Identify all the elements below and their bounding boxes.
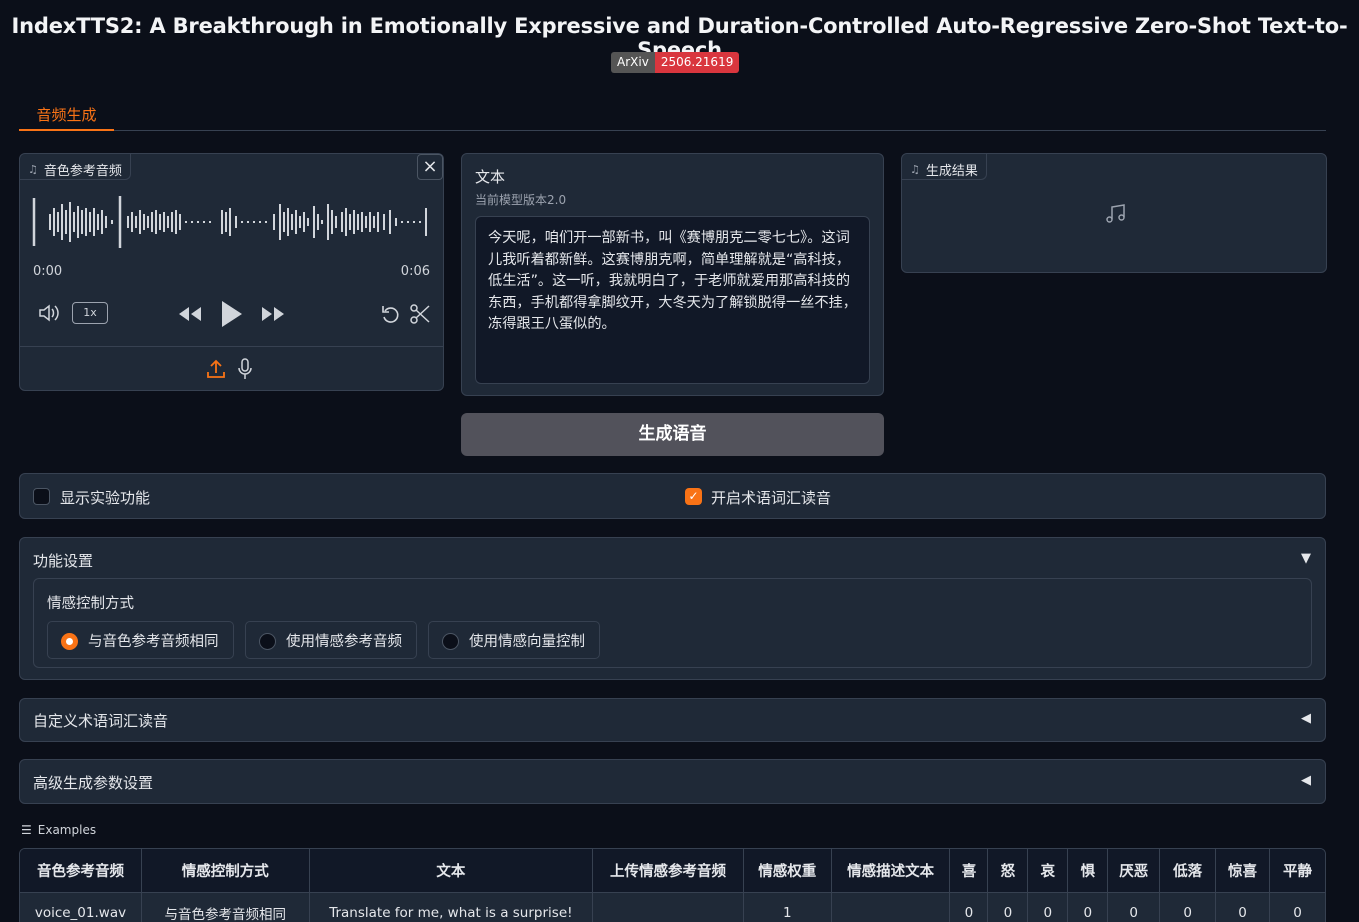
generate-speech-button[interactable]: 生成语音: [461, 413, 884, 456]
audio-placeholder-icon: [1106, 204, 1125, 223]
table-cell: 0: [988, 893, 1029, 922]
table-header[interactable]: 哀: [1028, 849, 1069, 893]
table-cell: 0: [1269, 893, 1325, 922]
music-note-icon: ♫: [28, 162, 38, 176]
ref-audio-label-text: 音色参考音频: [43, 163, 122, 179]
table-header[interactable]: 上传情感参考音频: [593, 849, 744, 893]
arxiv-badge-id: 2506.21619: [654, 52, 740, 73]
playback-speed-button[interactable]: 1x: [72, 302, 108, 324]
tab-bar: 音频生成: [19, 98, 1326, 131]
options-row: 显示实验功能 ✓ 开启术语词汇读音: [19, 473, 1326, 519]
undo-icon[interactable]: [380, 303, 402, 325]
waveform[interactable]: [32, 194, 432, 250]
feature-settings-title[interactable]: 功能设置: [33, 550, 93, 571]
advanced-settings-title: 高级生成参数设置: [33, 774, 154, 792]
table-cell: 0: [1028, 893, 1069, 922]
glossary-checkbox[interactable]: ✓: [685, 488, 702, 505]
tab-audio-generation[interactable]: 音频生成: [19, 98, 114, 131]
text-label: 文本: [475, 168, 506, 186]
caret-left-icon[interactable]: ◀: [1301, 711, 1311, 726]
caret-left-icon[interactable]: ◀: [1301, 773, 1311, 788]
output-label-text: 生成结果: [925, 163, 978, 179]
custom-glossary-accordion[interactable]: 自定义术语词汇读音 ◀: [19, 698, 1326, 742]
table-header-row: 音色参考音频 情感控制方式 文本 上传情感参考音频 情感权重 情感描述文本 喜 …: [20, 849, 1325, 893]
volume-icon[interactable]: [38, 303, 62, 323]
radio-same-as-reference[interactable]: 与音色参考音频相同: [47, 621, 234, 659]
table-cell: [831, 893, 951, 922]
table-cell: 0: [1108, 893, 1161, 922]
check-icon: ✓: [688, 489, 699, 503]
table-cell: 0: [1068, 893, 1109, 922]
table-cell: 0: [1216, 893, 1270, 922]
radio-label: 与音色参考音频相同: [88, 633, 219, 650]
radio-indicator: [259, 633, 276, 650]
table-cell: 0: [950, 893, 989, 922]
microphone-icon[interactable]: [237, 358, 253, 380]
table-header[interactable]: 文本: [309, 849, 594, 893]
table-cell: 与音色参考音频相同: [141, 893, 310, 922]
table-header[interactable]: 音色参考音频: [20, 849, 142, 893]
experimental-checkbox[interactable]: [33, 488, 50, 505]
radio-indicator: [442, 633, 459, 650]
table-header[interactable]: 平静: [1269, 849, 1325, 893]
table-cell: [593, 893, 744, 922]
play-icon[interactable]: [220, 299, 244, 329]
text-input[interactable]: 今天呢，咱们开一部新书，叫《赛博朋克二零七七》。这词儿我听着都新鲜。这赛博朋克啊…: [475, 216, 870, 384]
upload-icon[interactable]: [207, 359, 225, 379]
text-panel: 文本 当前模型版本2.0 今天呢，咱们开一部新书，叫《赛博朋克二零七七》。这词儿…: [461, 153, 884, 396]
table-cell: Translate for me, what is a surprise!: [309, 893, 594, 922]
examples-table: 音色参考音频 情感控制方式 文本 上传情感参考音频 情感权重 情感描述文本 喜 …: [19, 848, 1326, 922]
scissors-icon[interactable]: [409, 303, 431, 325]
emotion-control-group: 情感控制方式 与音色参考音频相同 使用情感参考音频 使用情感向量控制: [33, 578, 1312, 668]
output-panel: ♫ 生成结果: [901, 153, 1327, 273]
feature-settings-accordion: 功能设置 ▼ 情感控制方式 与音色参考音频相同 使用情感参考音频 使用情感向量控…: [19, 537, 1326, 680]
list-icon: ☰: [21, 823, 32, 837]
radio-emotion-vector[interactable]: 使用情感向量控制: [428, 621, 600, 659]
close-button[interactable]: ×: [417, 154, 443, 180]
advanced-settings-accordion[interactable]: 高级生成参数设置 ◀: [19, 759, 1326, 804]
table-header[interactable]: 厌恶: [1108, 849, 1161, 893]
audio-source-bar: [20, 346, 443, 390]
time-duration: 0:06: [400, 264, 430, 279]
table-cell: voice_01.wav: [20, 893, 142, 922]
custom-glossary-title: 自定义术语词汇读音: [33, 712, 169, 730]
radio-indicator: [61, 633, 78, 650]
close-icon: ×: [422, 156, 438, 177]
table-header[interactable]: 怒: [988, 849, 1029, 893]
emotion-control-label: 情感控制方式: [47, 596, 134, 612]
fast-forward-icon[interactable]: [260, 305, 286, 323]
radio-label: 使用情感参考音频: [286, 633, 402, 650]
model-version-info: 当前模型版本2.0: [475, 193, 567, 207]
table-row[interactable]: voice_01.wav 与音色参考音频相同 Translate for me,…: [20, 893, 1325, 922]
radio-label: 使用情感向量控制: [469, 633, 585, 650]
examples-label: ☰ Examples: [21, 823, 96, 837]
table-header[interactable]: 惧: [1068, 849, 1109, 893]
rewind-icon[interactable]: [177, 305, 203, 323]
arxiv-badge-label: ArXiv: [611, 52, 655, 73]
experimental-label: 显示实验功能: [60, 489, 151, 507]
ref-audio-label: ♫ 音色参考音频: [20, 154, 131, 180]
music-note-icon: ♫: [910, 162, 920, 176]
caret-down-icon[interactable]: ▼: [1301, 551, 1311, 566]
glossary-label: 开启术语词汇读音: [711, 489, 832, 507]
output-label: ♫ 生成结果: [902, 154, 987, 180]
examples-label-text: Examples: [37, 823, 97, 837]
time-current: 0:00: [33, 264, 63, 279]
ref-audio-panel: ♫ 音色参考音频 × 0:00 0:06 1x: [19, 153, 444, 391]
table-header[interactable]: 喜: [950, 849, 989, 893]
table-header[interactable]: 情感权重: [743, 849, 832, 893]
arxiv-badge[interactable]: ArXiv 2506.21619: [611, 52, 740, 73]
table-header[interactable]: 情感描述文本: [831, 849, 951, 893]
table-header[interactable]: 惊喜: [1216, 849, 1270, 893]
table-header[interactable]: 情感控制方式: [141, 849, 310, 893]
radio-emotion-reference[interactable]: 使用情感参考音频: [245, 621, 417, 659]
table-header[interactable]: 低落: [1160, 849, 1217, 893]
table-cell: 1: [743, 893, 832, 922]
table-cell: 0: [1160, 893, 1217, 922]
